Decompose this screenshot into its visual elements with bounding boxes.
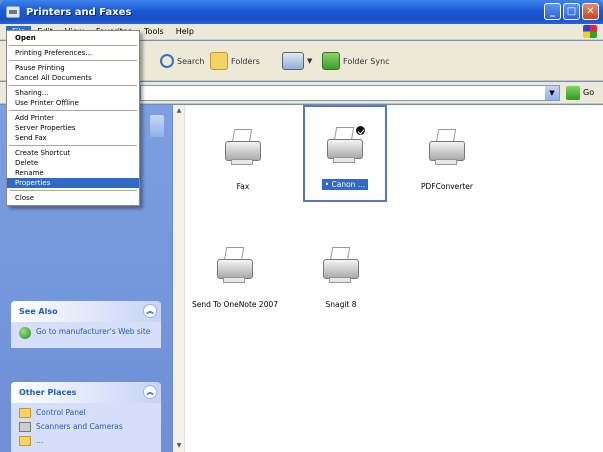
menu-separator bbox=[9, 145, 137, 146]
views-dropdown-icon: ▼ bbox=[307, 57, 313, 65]
printer-label: Fax bbox=[236, 182, 250, 191]
printer-list-view[interactable]: ▲ ▼ Fax • Canon … PDFConverter Send To O… bbox=[173, 105, 603, 452]
default-checkmark-icon bbox=[355, 125, 366, 136]
scroll-down-icon[interactable]: ▼ bbox=[173, 440, 185, 452]
views-icon bbox=[282, 52, 304, 70]
menu-help[interactable]: Help bbox=[170, 26, 200, 37]
control-panel-link[interactable]: Control Panel bbox=[19, 408, 153, 418]
control-panel-label: Control Panel bbox=[36, 408, 86, 417]
collapse-chevron-icon[interactable]: ︽ bbox=[143, 385, 157, 399]
scanner-icon bbox=[19, 422, 31, 432]
menu-item-add-printer[interactable]: Add Printer bbox=[7, 113, 139, 123]
printer-icon bbox=[212, 243, 258, 289]
printer-snagit[interactable]: Snagit 8 bbox=[291, 243, 391, 310]
printer-onenote[interactable]: Send To OneNote 2007 bbox=[185, 243, 285, 310]
other-places-title: Other Places bbox=[19, 388, 77, 397]
search-icon bbox=[160, 54, 174, 68]
file-menu-dropdown: Open Printing Preferences... Pause Printin… bbox=[6, 30, 140, 206]
printer-icon bbox=[322, 123, 368, 169]
printer-icon bbox=[318, 243, 364, 289]
go-arrow-icon[interactable] bbox=[566, 86, 580, 100]
folders-button[interactable]: Folders bbox=[210, 49, 260, 73]
control-panel-icon bbox=[19, 408, 31, 418]
menu-item-delete[interactable]: Delete bbox=[7, 158, 139, 168]
menu-item-properties[interactable]: Properties bbox=[7, 178, 139, 188]
folders-icon bbox=[210, 52, 228, 70]
printer-icon bbox=[424, 125, 470, 171]
address-field[interactable]: ▼ bbox=[140, 85, 560, 101]
views-button[interactable]: ▼ bbox=[282, 49, 312, 73]
search-button[interactable]: Search bbox=[160, 49, 204, 73]
collapse-chevron-icon[interactable]: ︽ bbox=[143, 304, 157, 318]
menu-tools[interactable]: Tools bbox=[138, 26, 170, 37]
close-button[interactable]: ✕ bbox=[582, 3, 599, 20]
globe-icon bbox=[19, 327, 31, 339]
menu-item-cancel-all-documents[interactable]: Cancel All Documents bbox=[7, 73, 139, 83]
menu-item-send-fax[interactable]: Send Fax bbox=[7, 133, 139, 143]
task-pane-collapse-icon[interactable] bbox=[150, 115, 164, 137]
menu-item-sharing[interactable]: Sharing... bbox=[7, 88, 139, 98]
menu-item-pause-printing[interactable]: Pause Printing bbox=[7, 63, 139, 73]
see-also-panel: See Also ︽ Go to manufacturer's Web site bbox=[11, 301, 161, 348]
menu-separator bbox=[9, 110, 137, 111]
menu-item-server-properties[interactable]: Server Properties bbox=[7, 123, 139, 133]
printer-label: Snagit 8 bbox=[325, 300, 357, 309]
folder-sync-icon bbox=[322, 52, 340, 70]
menu-separator bbox=[9, 85, 137, 86]
manufacturer-site-label: Go to manufacturer's Web site bbox=[36, 327, 151, 336]
address-dropdown-icon[interactable]: ▼ bbox=[545, 86, 559, 100]
printer-fax[interactable]: Fax bbox=[193, 125, 293, 192]
other-place-label: … bbox=[36, 436, 44, 445]
menu-separator bbox=[9, 60, 137, 61]
folder-sync-button[interactable]: Folder Sync bbox=[322, 49, 390, 73]
scroll-up-icon[interactable]: ▲ bbox=[173, 105, 185, 117]
menu-item-open[interactable]: Open bbox=[7, 33, 139, 43]
scanners-cameras-label: Scanners and Cameras bbox=[36, 422, 123, 431]
window-title: Printers and Faxes bbox=[26, 6, 132, 18]
menu-item-rename[interactable]: Rename bbox=[7, 168, 139, 178]
see-also-title: See Also bbox=[19, 307, 58, 316]
other-place-link[interactable]: … bbox=[19, 436, 153, 446]
windows-logo-icon bbox=[583, 25, 597, 38]
folders-label: Folders bbox=[231, 56, 260, 66]
menu-separator bbox=[9, 45, 137, 46]
printer-label: PDFConverter bbox=[421, 182, 473, 191]
title-bar: Printers and Faxes _ □ ✕ bbox=[0, 0, 603, 24]
go-button[interactable]: Go bbox=[583, 88, 594, 97]
window-controls: _ □ ✕ bbox=[544, 3, 599, 20]
vertical-scrollbar[interactable]: ▲ ▼ bbox=[173, 105, 185, 452]
menu-item-use-printer-offline[interactable]: Use Printer Offline bbox=[7, 98, 139, 108]
maximize-button[interactable]: □ bbox=[563, 3, 580, 20]
printer-default[interactable]: • Canon … bbox=[295, 123, 395, 190]
menu-item-close[interactable]: Close bbox=[7, 193, 139, 203]
scanners-cameras-link[interactable]: Scanners and Cameras bbox=[19, 422, 153, 432]
menu-item-printing-preferences[interactable]: Printing Preferences... bbox=[7, 48, 139, 58]
menu-separator bbox=[9, 190, 137, 191]
printer-label: • Canon … bbox=[321, 179, 369, 190]
folder-icon bbox=[19, 436, 31, 446]
search-label: Search bbox=[177, 56, 205, 66]
menu-item-create-shortcut[interactable]: Create Shortcut bbox=[7, 148, 139, 158]
folder-sync-label: Folder Sync bbox=[343, 56, 390, 66]
minimize-button[interactable]: _ bbox=[544, 3, 561, 20]
other-places-panel: Other Places ︽ Control Panel Scanners an… bbox=[11, 382, 161, 452]
printer-label: Send To OneNote 2007 bbox=[191, 300, 279, 309]
printer-pdfconverter[interactable]: PDFConverter bbox=[397, 125, 497, 192]
other-places-header[interactable]: Other Places ︽ bbox=[11, 382, 161, 403]
manufacturer-site-link[interactable]: Go to manufacturer's Web site bbox=[19, 327, 153, 339]
fax-printer-icon bbox=[220, 125, 266, 171]
printer-folder-icon bbox=[6, 6, 20, 18]
see-also-header[interactable]: See Also ︽ bbox=[11, 301, 161, 322]
